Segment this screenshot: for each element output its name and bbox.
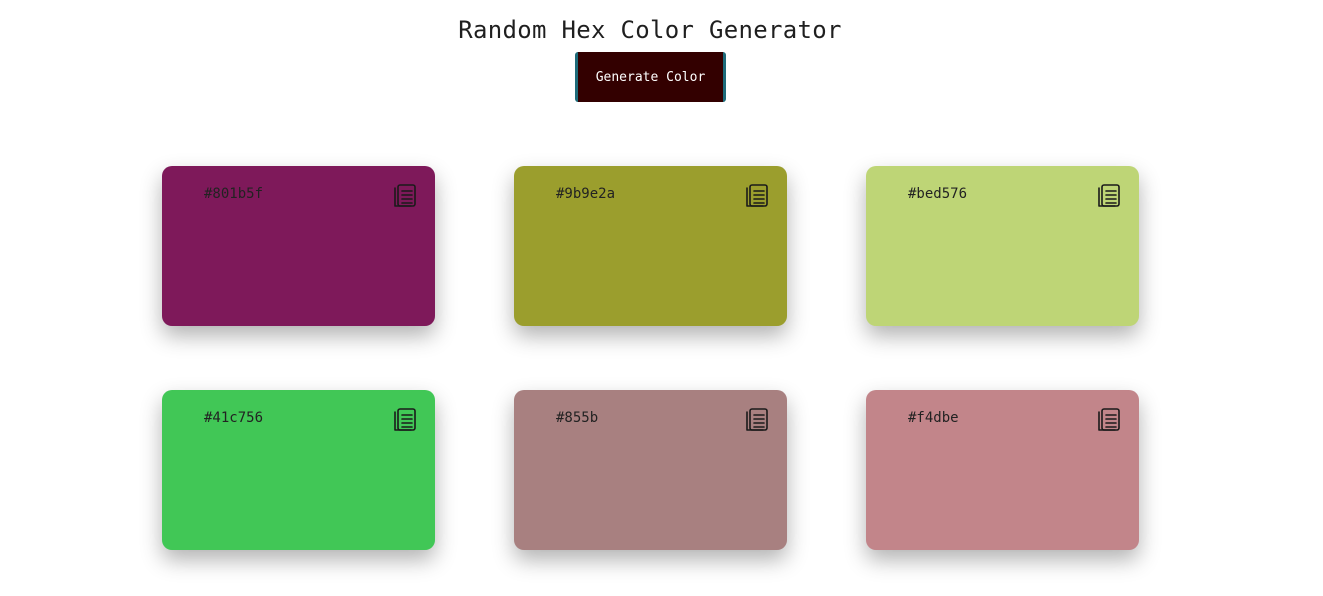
- copy-icon[interactable]: [1095, 182, 1123, 210]
- color-card[interactable]: #f4dbe: [866, 390, 1139, 550]
- hex-code-label: #bed576: [908, 186, 968, 202]
- page-title: Random Hex Color Generator: [458, 16, 842, 44]
- hex-code-label: #855b: [556, 410, 599, 426]
- color-card[interactable]: #bed576: [866, 166, 1139, 326]
- generate-color-button[interactable]: Generate Color: [575, 52, 726, 102]
- hex-code-label: #f4dbe: [908, 410, 959, 426]
- copy-icon[interactable]: [391, 182, 419, 210]
- copy-icon[interactable]: [743, 406, 771, 434]
- copy-icon[interactable]: [1095, 406, 1123, 434]
- color-card[interactable]: #801b5f: [162, 166, 435, 326]
- color-card[interactable]: #41c756: [162, 390, 435, 550]
- hex-code-label: #9b9e2a: [556, 186, 616, 202]
- copy-icon[interactable]: [743, 182, 771, 210]
- copy-icon[interactable]: [391, 406, 419, 434]
- hex-code-label: #41c756: [204, 410, 264, 426]
- color-card[interactable]: #9b9e2a: [514, 166, 787, 326]
- color-card[interactable]: #855b: [514, 390, 787, 550]
- hex-code-label: #801b5f: [204, 186, 264, 202]
